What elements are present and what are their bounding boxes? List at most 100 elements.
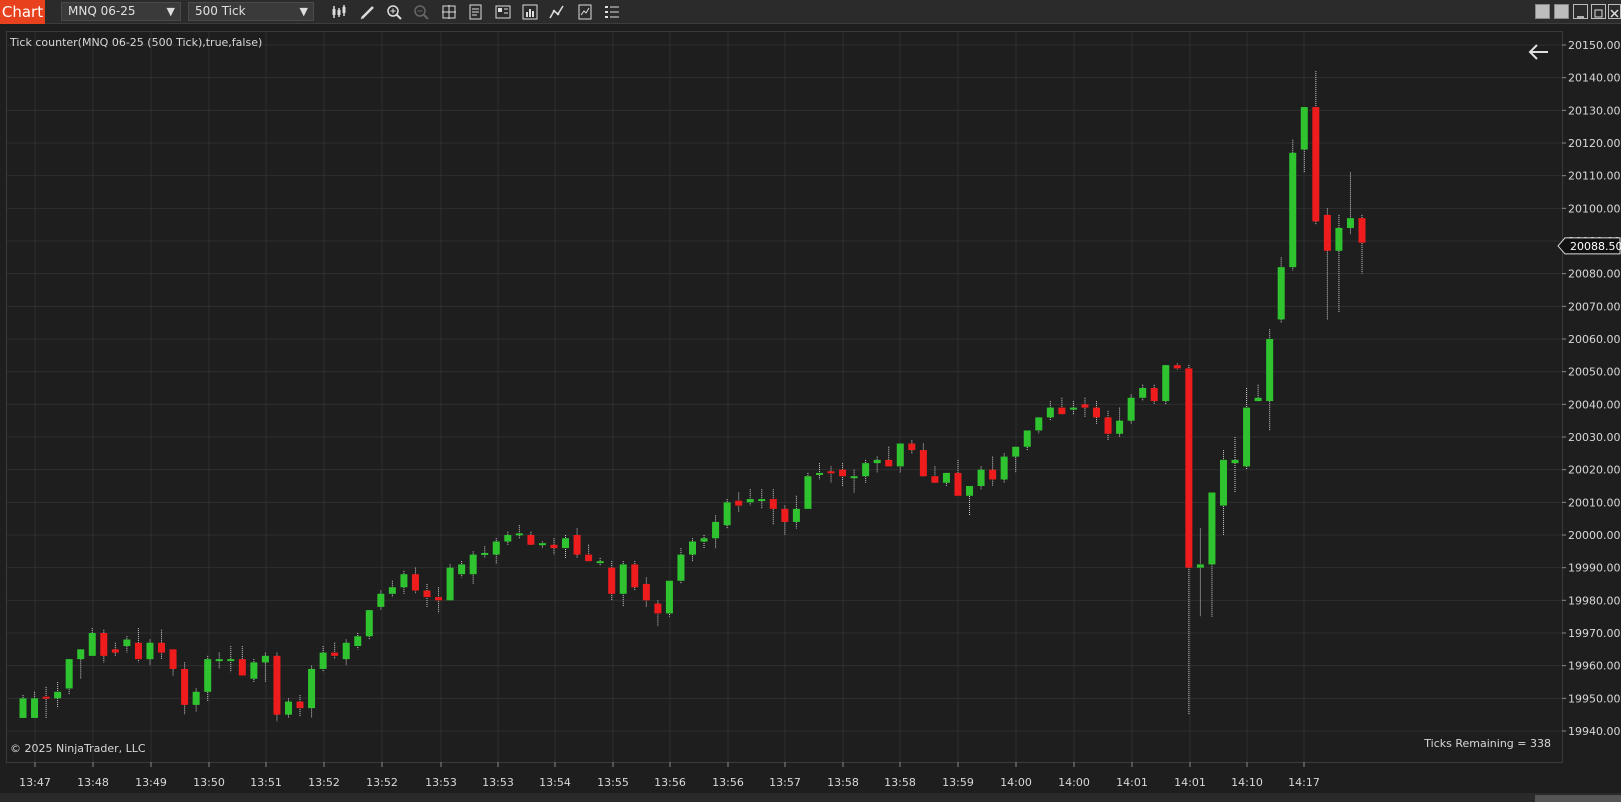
candle xyxy=(1231,437,1239,493)
candle xyxy=(804,472,812,509)
candle-body xyxy=(804,476,812,509)
candle-body xyxy=(977,469,985,486)
x-tick-label: 13:51 xyxy=(250,776,282,789)
candle xyxy=(989,456,997,486)
candle-body xyxy=(850,476,858,479)
candle-body xyxy=(1196,564,1204,568)
candle xyxy=(631,561,639,591)
candle-body xyxy=(931,476,939,483)
candle-body xyxy=(1127,397,1135,421)
candle-body xyxy=(181,668,189,705)
scrollbar-thumb[interactable] xyxy=(1535,795,1621,802)
x-tick-label: 13:58 xyxy=(827,776,859,789)
candle-body xyxy=(550,544,558,549)
candle-body xyxy=(827,471,835,474)
candle xyxy=(792,495,800,529)
candle xyxy=(1208,492,1216,617)
horizontal-scrollbar[interactable] xyxy=(0,793,1621,802)
candle-body xyxy=(446,567,454,601)
y-tick-label: 19970.00 xyxy=(1568,627,1621,640)
candle-body xyxy=(1289,152,1297,268)
candle xyxy=(88,628,96,656)
last-price-label: 20088.50 xyxy=(1570,240,1621,253)
candle-body xyxy=(1335,227,1343,251)
candle xyxy=(677,548,685,584)
candle-body xyxy=(642,584,650,601)
y-tick-label: 20130.00 xyxy=(1568,104,1621,117)
candle xyxy=(1243,388,1251,470)
candle xyxy=(342,639,350,666)
candle-body xyxy=(1093,407,1101,418)
candle-body xyxy=(134,642,142,660)
y-tick-label: 20050.00 xyxy=(1568,366,1621,379)
candle xyxy=(1358,214,1366,274)
y-tick-label: 19940.00 xyxy=(1568,725,1621,738)
candle xyxy=(735,492,743,513)
candle-body xyxy=(1116,420,1124,434)
candle-body xyxy=(608,567,616,594)
candle xyxy=(273,652,281,722)
candle xyxy=(354,633,362,650)
candle xyxy=(550,538,558,555)
candle-body xyxy=(966,486,974,496)
candle-body xyxy=(492,541,500,555)
candle xyxy=(977,466,985,490)
candle-body xyxy=(538,543,546,546)
candle xyxy=(1323,208,1331,320)
candle xyxy=(1196,528,1204,617)
candle-body xyxy=(1208,492,1216,565)
candle xyxy=(700,535,708,549)
candle xyxy=(77,649,85,679)
y-tick-label: 20040.00 xyxy=(1568,398,1621,411)
candle-body xyxy=(1346,218,1354,228)
y-tick-label: 20120.00 xyxy=(1568,137,1621,150)
y-tick-label: 19990.00 xyxy=(1568,562,1621,575)
candle-body xyxy=(908,443,916,451)
candle-body xyxy=(77,649,85,660)
candle xyxy=(1058,397,1066,415)
candle xyxy=(746,489,754,506)
candle-body xyxy=(354,636,362,647)
candle-body xyxy=(1266,339,1274,402)
candle-body xyxy=(342,642,350,660)
candle-body xyxy=(54,691,62,699)
candle xyxy=(238,646,246,676)
candle-body xyxy=(873,459,881,464)
candle xyxy=(261,652,269,682)
candle xyxy=(873,456,881,473)
candle-body xyxy=(712,521,720,539)
candle xyxy=(515,525,523,539)
y-tick-label: 19980.00 xyxy=(1568,594,1621,607)
candle-body xyxy=(585,554,593,562)
candle xyxy=(1000,453,1008,483)
candle xyxy=(169,649,177,676)
candle xyxy=(458,561,466,578)
candle-body xyxy=(1081,404,1089,408)
candle-body xyxy=(954,472,962,496)
candle xyxy=(596,557,604,567)
candle-body xyxy=(1277,267,1285,320)
candle-body xyxy=(1323,214,1331,251)
price-chart[interactable]: 20150.00 20140.00 20130.00 20120.00 20110.00… xyxy=(0,0,1621,802)
candle-body xyxy=(88,633,96,656)
candle xyxy=(642,577,650,607)
candle-body xyxy=(31,698,39,718)
candle xyxy=(1069,401,1077,415)
candle-body xyxy=(596,561,604,564)
y-tick-label: 20140.00 xyxy=(1568,72,1621,85)
arrow-left-icon[interactable] xyxy=(1528,44,1548,60)
candle xyxy=(1346,172,1354,235)
x-tick-label: 13:53 xyxy=(425,776,457,789)
candle-body xyxy=(331,652,339,656)
candle-body xyxy=(839,469,847,477)
candle-body xyxy=(942,472,950,483)
candle xyxy=(204,655,212,702)
candle-body xyxy=(1035,417,1043,431)
x-tick-label: 14:17 xyxy=(1288,776,1320,789)
candle xyxy=(1150,384,1158,405)
candle xyxy=(562,535,570,558)
candle-body xyxy=(435,597,443,601)
y-tick-label: 20100.00 xyxy=(1568,202,1621,215)
candle xyxy=(723,499,731,529)
candle xyxy=(1116,407,1124,437)
